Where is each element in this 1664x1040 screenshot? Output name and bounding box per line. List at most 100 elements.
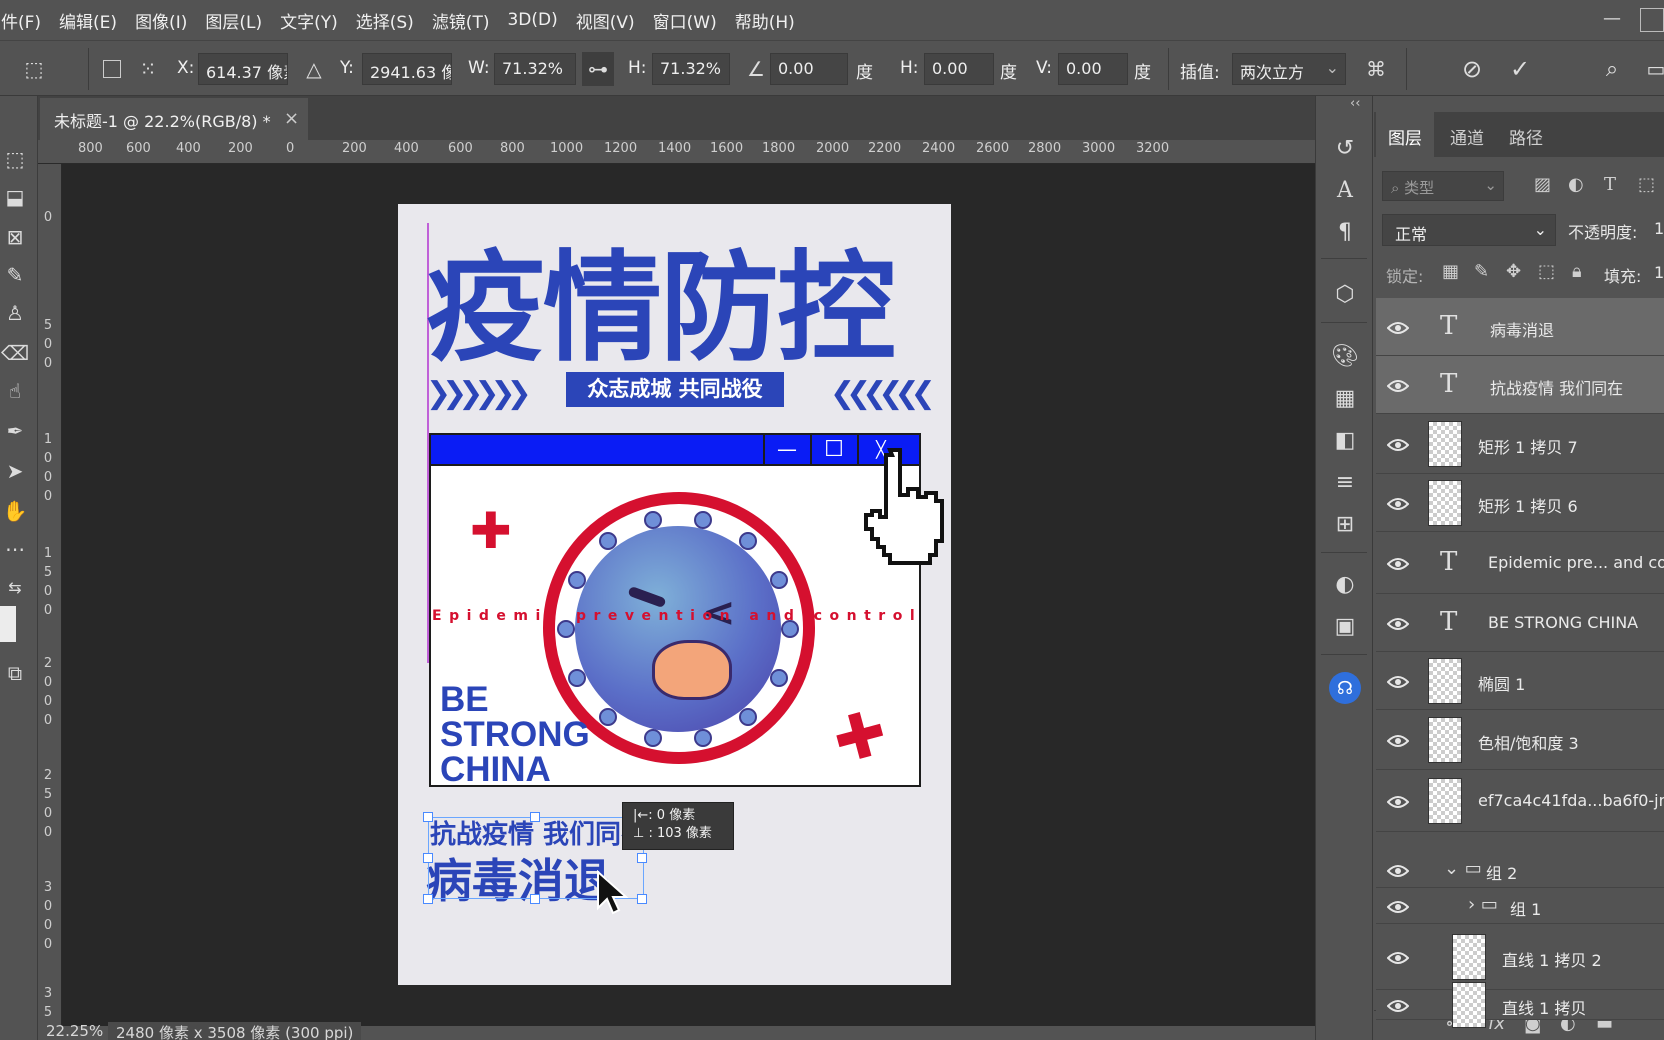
menu-view[interactable]: 视图(V) [567,8,644,33]
layer-name[interactable]: 矩形 1 拷贝 7 [1478,434,1578,458]
layer-name[interactable]: BE STRONG CHINA [1488,613,1638,632]
menu-filter[interactable]: 滤镜(T) [423,8,499,33]
menu-image[interactable]: 图像(I) [126,8,196,33]
layer-name[interactable]: 矩形 1 拷贝 6 [1478,493,1578,517]
search-icon[interactable]: ⌕ [1596,52,1628,86]
visibility-eye-icon[interactable] [1386,674,1410,688]
paragraph-icon[interactable]: ¶ [1329,216,1361,248]
gradient-icon[interactable]: ◧ [1329,424,1361,456]
menu-file[interactable]: 件(F) [0,8,50,33]
transform-handle[interactable] [637,853,647,863]
transform-handle[interactable] [637,894,647,904]
layer-name[interactable]: ef7ca4c41fda...ba6f0-jn0O [1478,791,1664,810]
color-palette-icon[interactable]: 🎨︎ [1329,340,1361,372]
transform-handle[interactable] [530,894,540,904]
ruler-vertical[interactable]: 0 5 0 0 1 0 0 0 1 5 0 0 2 0 0 0 2 5 0 0 3 0 0 … [38,164,62,1026]
warp-icon[interactable]: ⌘ [1360,52,1392,86]
minimize-icon[interactable]: — [1600,8,1624,32]
hand-tool-icon[interactable]: ✋ [0,496,30,526]
layer-name[interactable]: Epidemic pre... and contr [1488,553,1664,572]
tab-layers[interactable]: 图层 [1376,112,1434,157]
visibility-eye-icon[interactable] [1386,794,1410,808]
visibility-eye-icon[interactable] [1386,320,1410,334]
menu-select[interactable]: 选择(S) [347,8,423,33]
workspace-icon[interactable]: ▭ [1640,52,1664,86]
interpolation-select[interactable]: 两次立方 ⌄ [1232,53,1346,85]
healing-brush-icon[interactable]: ✎ [0,260,30,290]
document-tab[interactable]: 未标题-1 @ 22.2%(RGB/8) * [40,98,308,140]
y-field[interactable]: 2941.63 像 [362,53,452,85]
document-info[interactable]: 2480 像素 x 3508 像素 (300 ppi) [108,1022,362,1040]
character-icon[interactable]: A [1329,174,1361,206]
close-tab-icon[interactable]: × [284,108,299,129]
layer-name[interactable]: 抗战疫情 我们同在 [1490,375,1623,399]
visibility-eye-icon[interactable] [1386,998,1410,1012]
folder-icon[interactable]: › ▭ [1468,894,1498,915]
layer-row[interactable] [1376,852,1664,888]
reference-point-checkbox[interactable] [96,52,128,86]
cancel-transform-icon[interactable]: ⊘ [1456,52,1488,86]
transform-handle[interactable] [423,894,433,904]
layer-filter-select[interactable]: ⌕ 类型 ⌄ [1382,171,1504,201]
tab-channels[interactable]: 通道 [1438,112,1496,157]
blend-mode-select[interactable]: 正常 ⌄ [1382,214,1556,246]
menu-edit[interactable]: 编辑(E) [50,8,126,33]
visibility-eye-icon[interactable] [1386,437,1410,451]
more-tools-icon[interactable]: ⋯ [0,534,30,564]
filter-adjustment-icon[interactable]: ◐ [1568,174,1584,195]
maximize-icon[interactable] [1640,8,1664,32]
visibility-eye-icon[interactable] [1386,863,1410,877]
collapse-panels-icon[interactable]: ‹‹ [1350,96,1360,111]
x-field[interactable]: 614.37 像素 [198,53,288,85]
menu-layer[interactable]: 图层(L) [196,8,271,33]
swap-colors-icon[interactable]: ⇆ [0,572,30,602]
adjustments-icon[interactable]: ≡ [1329,466,1361,498]
transform-icon[interactable]: ⬚ [18,52,50,86]
tab-paths[interactable]: 路径 [1497,112,1555,157]
visibility-eye-icon[interactable] [1386,950,1410,964]
ruler-horizontal[interactable]: 800 600 400 200 0 200 400 600 800 1000 1200 1400 160… [38,140,1315,164]
lock-transparent-icon[interactable]: ▦ [1442,261,1459,282]
history-icon[interactable]: ↺ [1329,132,1361,164]
zoom-level[interactable]: 22.25% [46,1022,103,1040]
filter-pixel-icon[interactable]: ▨ [1534,174,1551,195]
skew-h-field[interactable]: 0.00 [924,53,994,85]
stamp-tool-icon[interactable]: ♙ [0,298,30,328]
lock-position-icon[interactable]: ✥ [1506,261,1521,282]
reference-grid-icon[interactable]: ⁙ [132,52,164,86]
screen-mode-icon[interactable]: ⧉ [0,658,30,688]
layer-name[interactable]: 病毒消退 [1490,317,1554,341]
patterns-icon[interactable]: ⊞ [1329,508,1361,540]
marquee-tool-icon[interactable]: ⬚ [0,144,30,174]
layer-name[interactable]: 椭圆 1 [1478,671,1525,695]
3d-icon[interactable]: ⬡ [1329,278,1361,310]
frame-tool-icon[interactable]: ⊠ [0,222,30,252]
adjustment-layer-icon[interactable]: ◐ [1329,568,1361,600]
skew-v-field[interactable]: 0.00 [1058,53,1128,85]
plugin-icon[interactable]: ☊ [1329,672,1361,704]
angle-field[interactable]: 0.00 [770,53,848,85]
width-field[interactable]: 71.32% [494,53,576,85]
lock-all-icon[interactable]: 🔒︎ [1572,261,1582,282]
menu-window[interactable]: 窗口(W) [644,8,726,33]
visibility-eye-icon[interactable] [1386,899,1410,913]
link-icon[interactable]: ⊶ [582,52,614,86]
filter-shape-icon[interactable]: ⬚ [1638,174,1655,195]
lock-artboard-icon[interactable]: ⬚ [1538,261,1555,282]
fill-value[interactable]: 1 [1654,263,1664,282]
pen-tool-icon[interactable]: ✒ [0,416,30,446]
layer-name[interactable]: 组 2 [1486,860,1517,884]
visibility-eye-icon[interactable] [1386,496,1410,510]
libraries-icon[interactable]: ▣ [1329,610,1361,642]
visibility-eye-icon[interactable] [1386,378,1410,392]
menu-type[interactable]: 文字(Y) [271,8,347,33]
commit-transform-icon[interactable]: ✓ [1504,52,1536,86]
object-select-tool-icon[interactable]: ⬓ [0,182,30,212]
layer-name[interactable]: 直线 1 拷贝 [1502,995,1586,1019]
visibility-eye-icon[interactable] [1386,733,1410,747]
eraser-tool-icon[interactable]: ⌫ [0,338,30,368]
delta-icon[interactable]: △ [298,52,330,86]
layer-name[interactable]: 色相/饱和度 3 [1478,730,1579,754]
transform-handle[interactable] [423,853,433,863]
background-color-swatch[interactable] [0,606,16,642]
